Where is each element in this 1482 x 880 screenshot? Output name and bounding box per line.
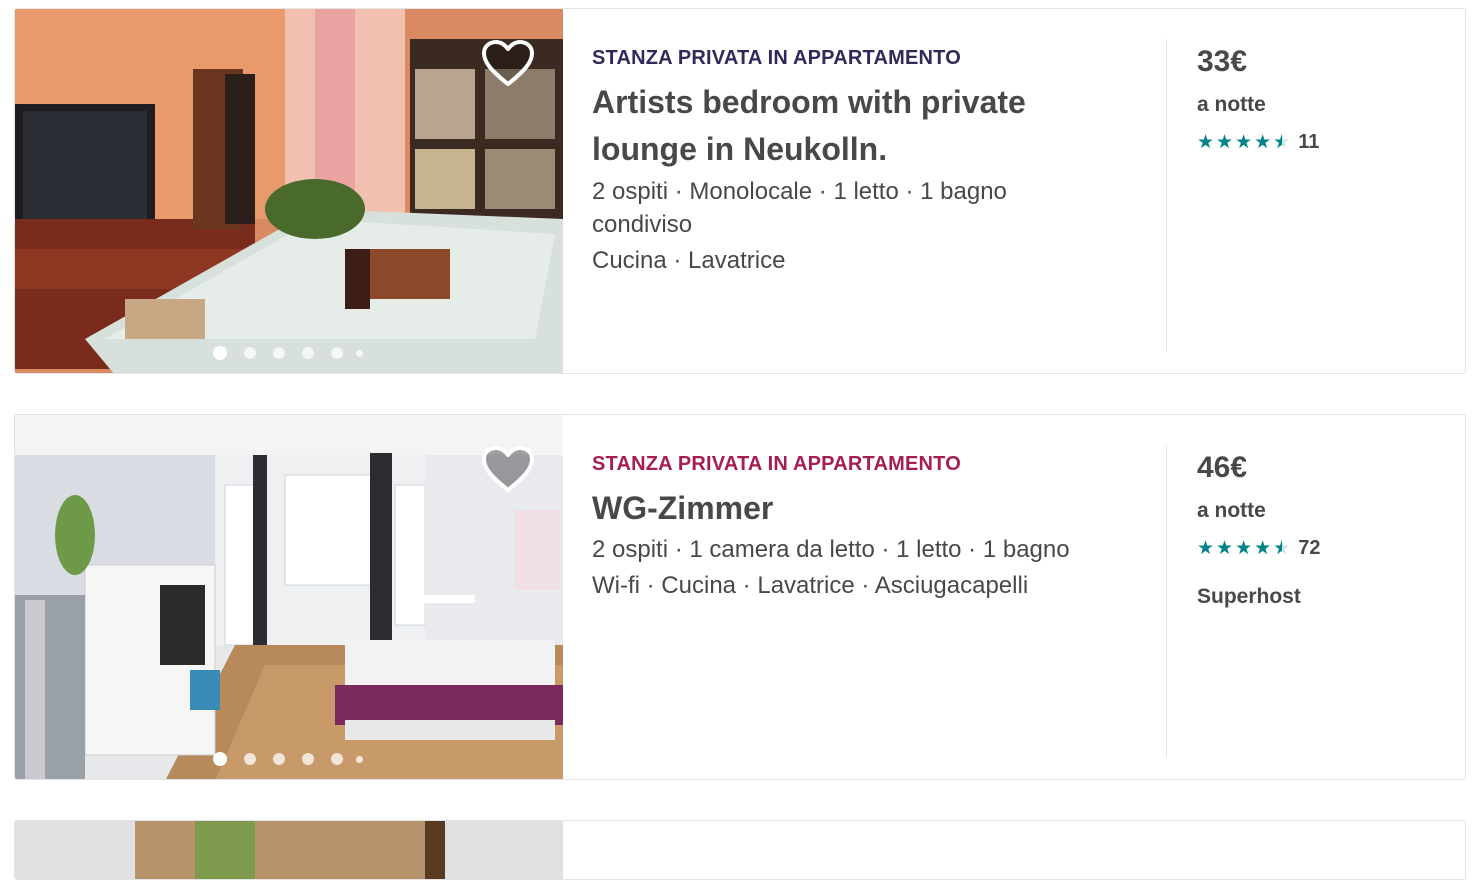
heart-outline-icon[interactable] <box>481 445 535 495</box>
star-icon: ★ <box>1235 132 1253 153</box>
listing-specs: 2 ospiti · 1 camera da letto · 1 letto ·… <box>592 533 1152 566</box>
listing-specs-line: 2 ospiti · 1 camera da letto · 1 letto ·… <box>592 536 1070 563</box>
listing-photo[interactable] <box>15 415 563 779</box>
listing-specs-line: condiviso <box>592 211 693 238</box>
listing-card[interactable]: STANZA PRIVATA IN APPARTAMENTO WG-Zimmer… <box>14 414 1466 780</box>
listing-title-line: WG-Zimmer <box>592 490 774 526</box>
listing-amenities: Wi-fi · Cucina · Lavatrice · Asciugacape… <box>592 572 1029 599</box>
price-unit: a notte <box>1197 93 1266 116</box>
carousel-dot[interactable] <box>213 752 227 766</box>
rating: ★ ★ ★ ★ ★ ★ 72 <box>1197 537 1320 560</box>
listing-specs-line: 2 ospiti · Monolocale · 1 letto · 1 bagn… <box>592 178 1007 205</box>
carousel-dot[interactable] <box>213 346 227 360</box>
price-unit: a notte <box>1197 499 1266 522</box>
price: 46€ <box>1197 451 1248 484</box>
room-photo-image <box>15 821 563 879</box>
carousel-dots <box>213 752 363 766</box>
carousel-dot[interactable] <box>356 755 363 763</box>
listing-photo[interactable] <box>15 9 563 373</box>
listing-type: STANZA PRIVATA IN APPARTAMENTO <box>592 453 961 475</box>
listing-type: STANZA PRIVATA IN APPARTAMENTO <box>592 47 961 69</box>
listing-amenities: Cucina · Lavatrice <box>592 247 786 274</box>
half-star-icon: ★ ★ <box>1273 538 1291 559</box>
carousel-dot[interactable] <box>331 753 343 765</box>
carousel-dot[interactable] <box>273 753 285 765</box>
listing-info: STANZA PRIVATA IN APPARTAMENTO WG-Zimmer… <box>592 415 1152 779</box>
listing-photo[interactable] <box>15 821 563 879</box>
superhost-badge: Superhost <box>1197 585 1301 608</box>
listing-card[interactable]: STANZA PRIVATA IN APPARTAMENTO Artists b… <box>14 8 1466 374</box>
divider <box>1166 39 1167 351</box>
listing-card[interactable] <box>14 820 1466 880</box>
review-count: 11 <box>1298 131 1320 153</box>
half-star-icon: ★ ★ <box>1273 132 1291 153</box>
carousel-dot[interactable] <box>244 753 256 765</box>
heart-outline-icon[interactable] <box>481 39 535 89</box>
carousel-dots <box>213 346 363 360</box>
star-icon: ★ <box>1254 132 1272 153</box>
rating-stars: ★ ★ ★ ★ ★ ★ <box>1197 131 1290 154</box>
price-box: 33€ a notte ★ ★ ★ ★ ★ ★ 11 <box>1197 9 1437 373</box>
price: 33€ <box>1197 45 1248 78</box>
star-icon: ★ <box>1254 538 1272 559</box>
rating: ★ ★ ★ ★ ★ ★ 11 <box>1197 131 1319 154</box>
carousel-dot[interactable] <box>331 347 343 359</box>
listing-specs: 2 ospiti · Monolocale · 1 letto · 1 bagn… <box>592 175 1072 241</box>
carousel-dot[interactable] <box>356 349 363 357</box>
star-icon: ★ <box>1216 132 1234 153</box>
carousel-dot[interactable] <box>244 347 256 359</box>
carousel-dot[interactable] <box>302 347 314 359</box>
listing-title-line: lounge in Neukolln. <box>592 131 888 167</box>
carousel-dot[interactable] <box>302 753 314 765</box>
listing-title-line: Artists bedroom with private <box>592 84 1026 120</box>
listing-title[interactable]: Artists bedroom with private lounge in N… <box>592 79 1092 173</box>
carousel-dot[interactable] <box>273 347 285 359</box>
review-count: 72 <box>1298 537 1321 559</box>
price-box: 46€ a notte ★ ★ ★ ★ ★ ★ 72 Superhost <box>1197 415 1437 779</box>
listing-title[interactable]: WG-Zimmer <box>592 485 1092 532</box>
divider <box>1166 445 1167 757</box>
star-icon: ★ <box>1197 538 1215 559</box>
star-icon: ★ <box>1216 538 1234 559</box>
rating-stars: ★ ★ ★ ★ ★ ★ <box>1197 537 1290 560</box>
star-icon: ★ <box>1235 538 1253 559</box>
listing-info: STANZA PRIVATA IN APPARTAMENTO Artists b… <box>592 9 1152 373</box>
star-icon: ★ <box>1197 132 1215 153</box>
